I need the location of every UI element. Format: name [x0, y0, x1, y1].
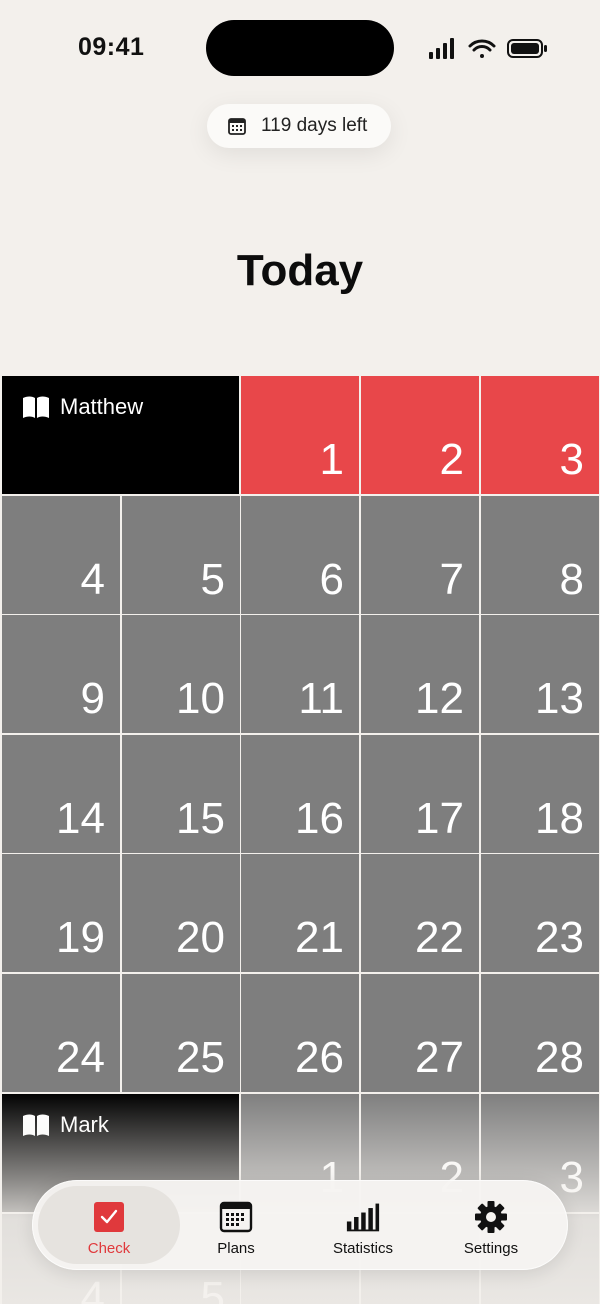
calendar-icon [219, 1201, 253, 1233]
chapter-number: 21 [295, 913, 344, 962]
chapter-cell[interactable]: 20 [122, 854, 240, 972]
chapter-cell[interactable]: 5 [122, 496, 240, 614]
chapter-cell[interactable]: 27 [361, 974, 479, 1092]
chapter-number: 23 [535, 913, 584, 962]
chapter-cell[interactable]: 2 [361, 376, 479, 494]
calendar-icon [228, 118, 246, 135]
chapter-cell[interactable]: 9 [2, 615, 120, 733]
status-icons [429, 38, 547, 59]
chapter-cell[interactable]: 11 [241, 615, 359, 733]
battery-icon [507, 39, 547, 58]
book-header-matthew: Matthew [2, 376, 239, 494]
status-time: 09:41 [78, 33, 145, 61]
chapter-number: 18 [535, 794, 584, 843]
chapter-number: 2 [439, 435, 464, 484]
tab-label: Plans [217, 1240, 255, 1257]
page-title: Today [236, 246, 364, 295]
tab-label: Check [87, 1240, 131, 1257]
chapter-number: 11 [298, 674, 344, 723]
chapter-cell[interactable]: 24 [2, 974, 120, 1092]
chapter-cell[interactable]: 10 [122, 615, 240, 733]
chapter-cell[interactable]: 13 [481, 615, 599, 733]
chapter-number: 15 [176, 794, 225, 843]
chapter-grid: Matthew 1 2 3 4 5 6 7 8 9 10 11 12 13 14… [0, 374, 600, 1304]
open-book-icon [23, 396, 49, 418]
chapter-cell[interactable]: 15 [122, 735, 240, 853]
chapter-number: 1 [319, 435, 344, 484]
days-left-pill[interactable]: 119 days left [207, 104, 391, 148]
chapter-number: 4 [80, 555, 105, 604]
chapter-number: 7 [439, 555, 464, 604]
chapter-number: 25 [176, 1033, 225, 1082]
days-left-text: 119 days left [261, 115, 368, 136]
book-name: Matthew [60, 394, 144, 419]
chapter-cell[interactable]: 16 [241, 735, 359, 853]
cellular-signal-icon [429, 38, 454, 59]
chapter-cell[interactable]: 17 [361, 735, 479, 853]
chapter-cell[interactable]: 14 [2, 735, 120, 853]
bar-chart-icon [346, 1203, 380, 1232]
chapter-number: 20 [176, 913, 225, 962]
chapter-number: 8 [559, 555, 584, 604]
chapter-number: 19 [56, 913, 105, 962]
chapter-cell[interactable]: 4 [2, 496, 120, 614]
chapter-cell[interactable]: 8 [481, 496, 599, 614]
chapter-number: 26 [295, 1033, 344, 1082]
chapter-number: 5 [200, 1273, 225, 1304]
chapter-number: 14 [56, 794, 105, 843]
chapter-number: 28 [535, 1033, 584, 1082]
chapter-cell[interactable]: 12 [361, 615, 479, 733]
chapter-number: 27 [415, 1033, 464, 1082]
status-bar: 09:41 [0, 0, 600, 96]
gear-icon [475, 1201, 507, 1233]
chapter-cell[interactable]: 7 [361, 496, 479, 614]
chapter-cell[interactable]: 18 [481, 735, 599, 853]
chapter-cell[interactable]: 1 [241, 376, 359, 494]
chapter-cell[interactable]: 21 [241, 854, 359, 972]
chapter-number: 4 [80, 1273, 105, 1304]
chapter-number: 22 [415, 913, 464, 962]
chapter-cell[interactable]: 3 [481, 376, 599, 494]
chapter-number: 5 [200, 555, 225, 604]
chapter-number: 10 [176, 674, 225, 723]
tab-bar: Check Plans Statistics Settings [32, 1180, 568, 1270]
chapter-number: 17 [415, 794, 464, 843]
chapter-cell[interactable]: 6 [241, 496, 359, 614]
tab-label: Statistics [332, 1240, 393, 1257]
chapter-number: 16 [295, 794, 344, 843]
chapter-cell[interactable]: 26 [241, 974, 359, 1092]
chapter-number: 6 [319, 555, 344, 604]
chapter-cell[interactable]: 22 [361, 854, 479, 972]
wifi-icon [468, 39, 496, 58]
chapter-number: 3 [559, 1153, 584, 1202]
chapter-number: 24 [56, 1033, 105, 1082]
chapter-number: 13 [535, 674, 584, 723]
tab-check[interactable]: Check [38, 1186, 180, 1264]
tab-settings[interactable]: Settings [420, 1186, 562, 1264]
chapter-cell[interactable]: 19 [2, 854, 120, 972]
book-name: Mark [60, 1112, 109, 1137]
tab-statistics[interactable]: Statistics [292, 1186, 434, 1264]
tab-plans[interactable]: Plans [165, 1186, 307, 1264]
chapter-number: 3 [559, 435, 584, 484]
checkbox-icon [94, 1202, 124, 1232]
chapter-cell[interactable]: 28 [481, 974, 599, 1092]
tab-label: Settings [463, 1240, 519, 1257]
chapter-number: 9 [80, 674, 105, 723]
chapter-cell[interactable]: 23 [481, 854, 599, 972]
dynamic-island [206, 20, 394, 76]
open-book-icon [23, 1114, 49, 1136]
chapter-number: 12 [415, 674, 464, 723]
chapter-cell[interactable]: 25 [122, 974, 240, 1092]
